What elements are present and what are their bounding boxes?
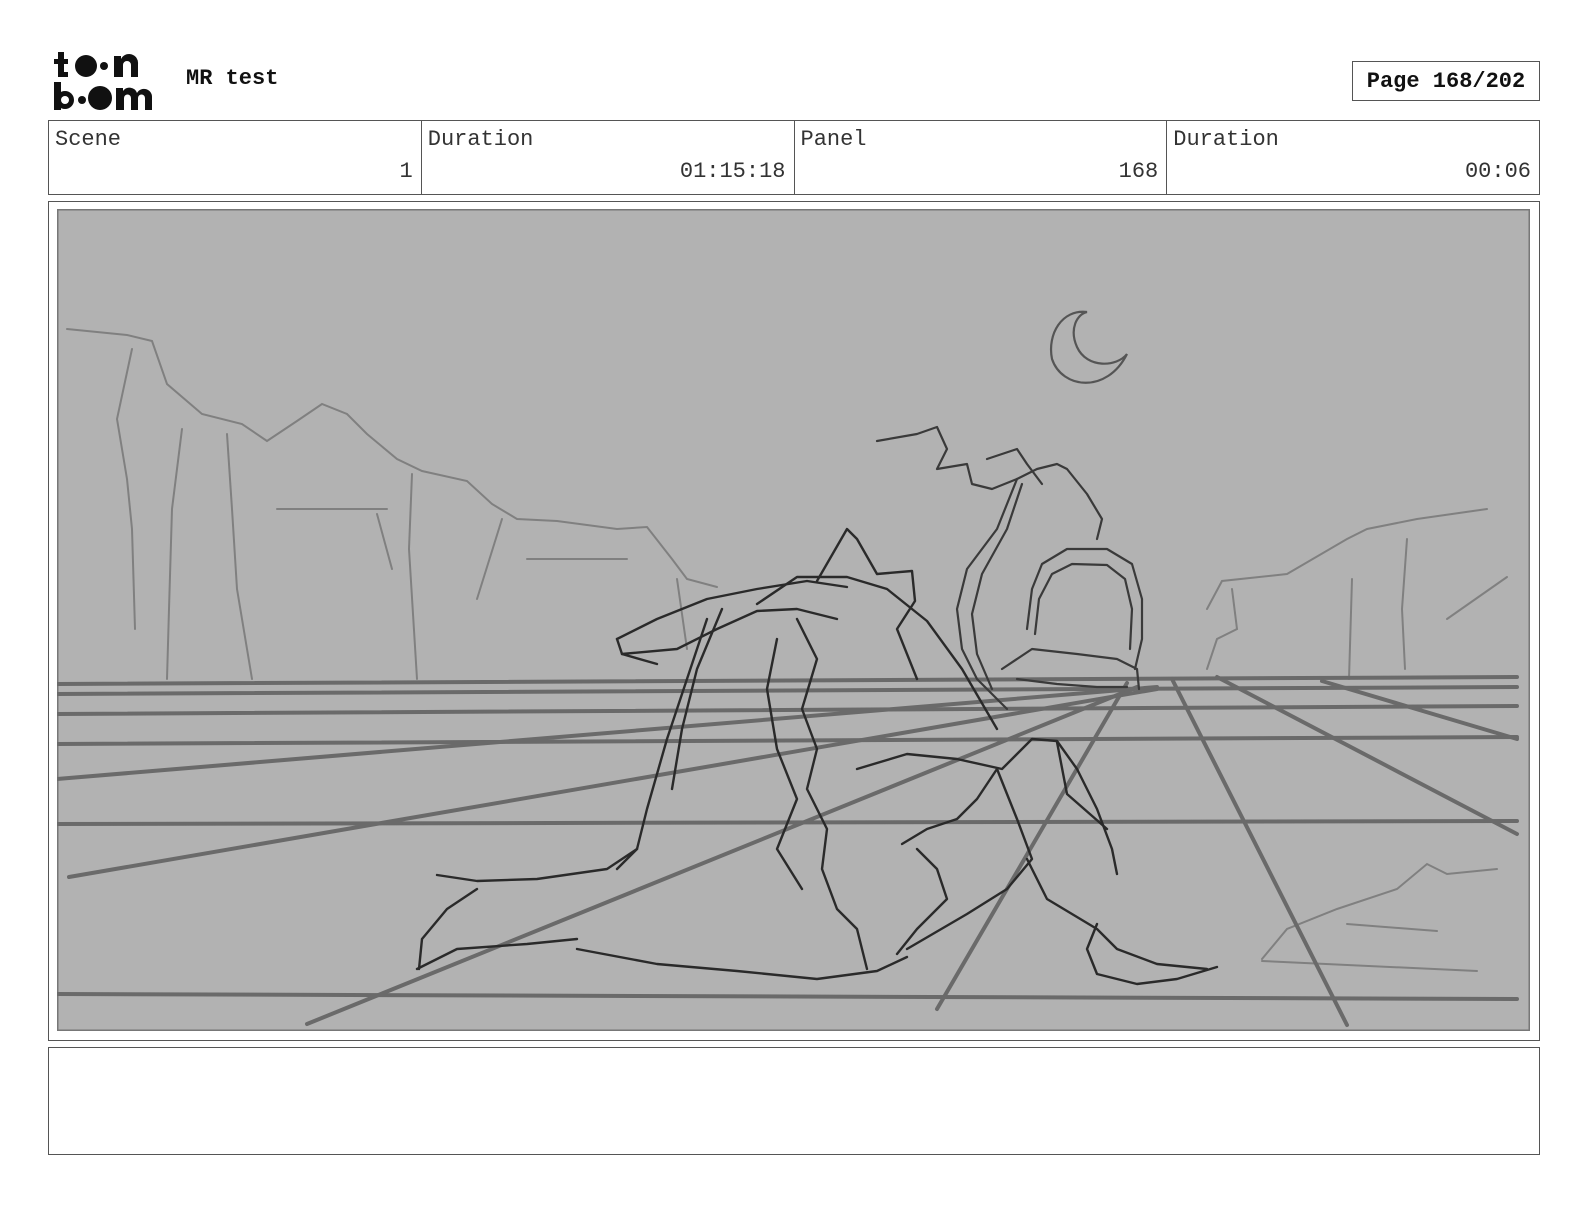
scene-duration-label: Duration xyxy=(427,127,534,152)
panel-notes-box xyxy=(48,1047,1540,1155)
panel-duration-label: Duration xyxy=(1173,127,1279,152)
scene-duration-cell: Duration 01:15:18 xyxy=(422,121,795,194)
panel-duration-value: 00:06 xyxy=(1464,159,1531,184)
scene-label: Scene xyxy=(55,127,122,152)
scene-value: 1 xyxy=(399,159,413,184)
panel-label: Panel xyxy=(800,127,867,152)
toonboom-logo xyxy=(54,52,153,110)
panel-value: 168 xyxy=(1118,159,1159,184)
scene-duration-value: 01:15:18 xyxy=(679,159,786,184)
panel-duration-cell: Duration 00:06 xyxy=(1167,121,1539,194)
panel-cell: Panel 168 xyxy=(795,121,1168,194)
page-number-label: Page 168/202 xyxy=(1352,61,1540,101)
panel-info-row: Scene 1 Duration 01:15:18 Panel 168 Dura… xyxy=(48,120,1540,195)
scene-cell: Scene 1 xyxy=(49,121,422,194)
storyboard-sketch xyxy=(57,209,1530,1031)
project-title: MR test xyxy=(186,66,279,91)
storyboard-panel-frame xyxy=(48,201,1540,1041)
